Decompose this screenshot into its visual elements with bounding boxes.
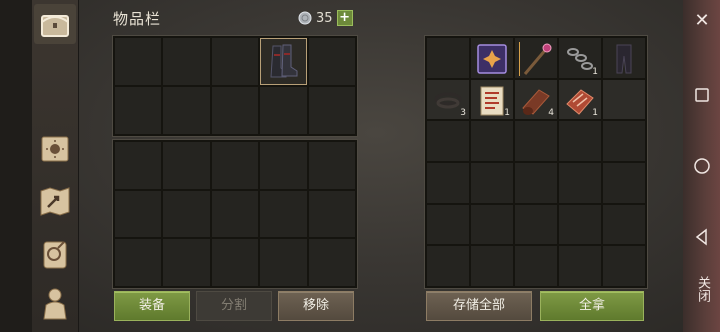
inventory-slot[interactable] <box>163 87 210 134</box>
sun-scroll-icon[interactable] <box>36 131 74 167</box>
storage-slot-spellbook[interactable] <box>471 38 513 78</box>
storage-slot[interactable] <box>559 246 601 286</box>
storage-slot-meat[interactable]: 1 <box>559 79 601 120</box>
inventory-slot[interactable] <box>115 38 162 85</box>
item-quantity: 1 <box>592 108 598 119</box>
back-icon[interactable] <box>691 226 713 248</box>
inventory-slot[interactable] <box>163 142 210 189</box>
inventory-grid-top <box>112 35 358 137</box>
storage-slot-chain[interactable]: 1 <box>559 38 601 78</box>
item-quantity: 4 <box>548 108 554 119</box>
storage-slot-scroll[interactable]: 1 <box>471 79 513 120</box>
pants-icon <box>616 44 632 74</box>
storage-slot[interactable] <box>427 121 469 161</box>
storage-slot[interactable] <box>559 204 601 245</box>
item-quantity: 1 <box>504 108 510 119</box>
storage-slot[interactable] <box>515 246 557 286</box>
spellbook-icon <box>477 44 507 74</box>
map-icon[interactable] <box>36 183 74 219</box>
storage-slot[interactable] <box>603 163 645 203</box>
silver-coin-icon <box>298 11 312 25</box>
storage-slot[interactable] <box>603 246 645 286</box>
inventory-slot[interactable] <box>211 190 259 238</box>
storage-slot[interactable] <box>427 246 469 286</box>
inventory-slot[interactable] <box>308 142 355 189</box>
storage-slot[interactable] <box>603 79 645 120</box>
character-icon[interactable] <box>36 285 74 321</box>
inventory-slot[interactable] <box>115 142 162 189</box>
inventory-slot[interactable] <box>211 38 259 85</box>
inventory-slot-boots[interactable] <box>260 38 307 85</box>
inventory-slot[interactable] <box>308 239 355 286</box>
storage-slot[interactable] <box>471 163 513 203</box>
remove-button[interactable]: 移除 <box>278 291 354 321</box>
inventory-slot[interactable] <box>211 142 259 189</box>
currency-amount: 35 <box>316 10 333 26</box>
sidebar <box>32 0 79 332</box>
recent-apps-icon[interactable] <box>691 84 713 106</box>
item-quantity: 1 <box>592 66 598 77</box>
inventory-slot[interactable] <box>211 87 259 134</box>
storage-slot[interactable] <box>515 163 557 203</box>
storage-grid: 1 3 1 4 1 <box>424 35 648 289</box>
magic-staff-icon <box>519 42 552 76</box>
storage-slot[interactable] <box>427 204 469 245</box>
storage-slot[interactable] <box>603 204 645 245</box>
storage-slot[interactable] <box>427 163 469 203</box>
add-currency-button[interactable]: + <box>336 10 353 26</box>
take-all-button[interactable]: 全拿 <box>540 291 644 321</box>
inventory-grid-bottom <box>112 139 358 289</box>
storage-slot-leather[interactable]: 4 <box>515 79 557 120</box>
split-button[interactable]: 分割 <box>196 291 272 321</box>
storage-slot[interactable] <box>427 38 469 78</box>
close-icon[interactable]: ✕ <box>691 10 713 32</box>
storage-slot-pants[interactable] <box>603 38 645 78</box>
home-icon[interactable] <box>691 155 713 177</box>
storage-slot-rope[interactable]: 3 <box>427 79 469 120</box>
boots-icon <box>270 44 298 78</box>
storage-slot[interactable] <box>515 121 557 161</box>
inventory-slot[interactable] <box>260 239 307 286</box>
storage-slot[interactable] <box>559 163 601 203</box>
inventory-slot[interactable] <box>260 142 307 189</box>
page-title: 物品栏 <box>113 10 162 28</box>
store-all-button[interactable]: 存储全部 <box>426 291 532 321</box>
inventory-slot[interactable] <box>115 87 162 134</box>
inventory-slot[interactable] <box>115 239 162 286</box>
storage-slot[interactable] <box>515 204 557 245</box>
quest-scroll-icon[interactable] <box>36 236 74 272</box>
inventory-slot[interactable] <box>163 38 210 85</box>
storage-slot-staff[interactable] <box>515 38 557 78</box>
storage-slot[interactable] <box>603 121 645 161</box>
currency-display: 35 + <box>298 10 353 26</box>
inventory-slot[interactable] <box>308 87 355 134</box>
item-quantity: 3 <box>460 108 466 119</box>
inventory-slot[interactable] <box>260 87 307 134</box>
inventory-slot[interactable] <box>308 190 355 238</box>
storage-slot[interactable] <box>559 121 601 161</box>
equip-button[interactable]: 装备 <box>114 291 190 321</box>
chest-icon[interactable] <box>36 6 74 42</box>
storage-slot[interactable] <box>471 204 513 245</box>
inventory-slot[interactable] <box>211 239 259 286</box>
storage-slot[interactable] <box>471 121 513 161</box>
inventory-slot[interactable] <box>115 190 162 238</box>
inventory-slot[interactable] <box>163 190 210 238</box>
inventory-slot[interactable] <box>163 239 210 286</box>
inventory-slot[interactable] <box>308 38 355 85</box>
left-edge-bar <box>0 0 32 332</box>
close-label[interactable]: 关闭 <box>693 276 712 302</box>
storage-slot[interactable] <box>471 246 513 286</box>
inventory-slot[interactable] <box>260 190 307 238</box>
system-nav-bar: ✕ 关闭 <box>683 0 720 332</box>
